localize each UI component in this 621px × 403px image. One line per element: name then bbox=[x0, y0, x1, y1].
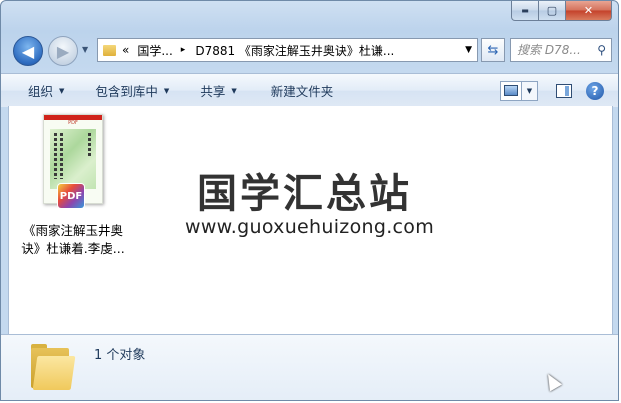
maximize-button[interactable]: ▢ bbox=[539, 1, 566, 21]
back-button[interactable]: ◀ bbox=[13, 36, 43, 66]
view-thumbnail-icon bbox=[504, 85, 518, 96]
file-list-area[interactable]: PDF PDF 《雨家注解玉井奥 诀》杜谦着.李虔... 国学汇总站 www.g… bbox=[8, 106, 613, 334]
chevron-down-icon: ▼ bbox=[82, 45, 89, 54]
thumbnail-author-text bbox=[60, 133, 63, 179]
close-icon: ✕ bbox=[583, 4, 594, 17]
search-input[interactable] bbox=[517, 43, 589, 57]
caption-buttons: ▬ ▢ ✕ bbox=[511, 1, 612, 21]
thumbnail-header-label: PDF bbox=[68, 120, 78, 126]
folder-icon bbox=[31, 342, 76, 392]
thumbnail-subtitle-text bbox=[88, 133, 91, 157]
organize-button[interactable]: 组织 ▼ bbox=[28, 81, 64, 100]
refresh-button[interactable]: ⇆ bbox=[481, 38, 505, 62]
file-name-line1: 《雨家注解玉井奥 bbox=[22, 223, 123, 238]
view-options-dropdown[interactable]: ▼ bbox=[522, 80, 538, 101]
forward-arrow-icon: ▶ bbox=[56, 41, 70, 61]
chevron-down-icon: ▼ bbox=[526, 86, 533, 95]
pdf-badge-icon: PDF bbox=[58, 184, 84, 208]
help-button[interactable]: ? bbox=[584, 81, 606, 100]
organize-label: 组织 bbox=[28, 84, 54, 99]
item-count: 1 个对象 bbox=[94, 348, 146, 363]
share-button[interactable]: 共享 ▼ bbox=[200, 81, 236, 100]
explorer-window: ▬ ▢ ✕ ◀ ▶ ▼ « 国学... ▸ D7881 《雨家注解玉井奥诀》杜谦… bbox=[0, 0, 619, 401]
preview-pane-button[interactable] bbox=[550, 83, 578, 98]
breadcrumb-guoxue[interactable]: 国学... bbox=[137, 42, 172, 59]
search-icon[interactable]: ⚲ bbox=[597, 43, 606, 57]
chevron-down-icon: ▼ bbox=[231, 86, 237, 95]
folder-icon bbox=[103, 44, 116, 56]
breadcrumb-overflow[interactable]: « bbox=[122, 43, 129, 57]
forward-button[interactable]: ▶ bbox=[48, 36, 78, 66]
file-name-line2: 诀》杜谦着.李虔... bbox=[21, 241, 125, 256]
maximize-icon: ▢ bbox=[546, 4, 558, 17]
preview-pane-icon bbox=[556, 83, 572, 98]
watermark-logo: 国学汇总站 bbox=[197, 171, 412, 217]
details-pane: 1 个对象 bbox=[1, 334, 618, 400]
chevron-down-icon: ▼ bbox=[163, 86, 170, 95]
search-box[interactable]: ⚲ bbox=[510, 38, 612, 62]
thumbnail-title-text bbox=[54, 133, 57, 179]
share-label: 共享 bbox=[200, 84, 226, 99]
change-view-button[interactable] bbox=[500, 80, 522, 101]
include-in-library-button[interactable]: 包含到库中 ▼ bbox=[95, 81, 169, 100]
view-controls: ▼ ? bbox=[500, 74, 618, 107]
back-arrow-icon: ◀ bbox=[21, 41, 35, 61]
file-item[interactable]: PDF PDF 《雨家注解玉井奥 诀》杜谦着.李虔... bbox=[17, 114, 129, 258]
recent-pages-dropdown[interactable]: ▼ bbox=[82, 45, 92, 57]
new-folder-label: 新建文件夹 bbox=[270, 84, 334, 99]
address-dropdown-icon[interactable]: ▼ bbox=[465, 45, 472, 55]
watermark-url: www.guoxuehuizong.com bbox=[185, 216, 435, 238]
breadcrumb-current-folder[interactable]: D7881 《雨家注解玉井奥诀》杜谦... bbox=[195, 42, 394, 59]
mouse-cursor-icon bbox=[541, 370, 563, 392]
file-name: 《雨家注解玉井奥 诀》杜谦着.李虔... bbox=[17, 222, 129, 258]
include-in-library-label: 包含到库中 bbox=[95, 84, 158, 99]
minimize-icon: ▬ bbox=[521, 6, 529, 15]
new-folder-button[interactable]: 新建文件夹 bbox=[271, 81, 334, 100]
address-bar[interactable]: « 国学... ▸ D7881 《雨家注解玉井奥诀》杜谦... ▼ bbox=[97, 38, 478, 62]
chevron-down-icon: ▼ bbox=[59, 86, 65, 95]
breadcrumb-separator-icon[interactable]: ▸ bbox=[181, 45, 186, 55]
command-bar: 组织 ▼ 包含到库中 ▼ 共享 ▼ 新建文件夹 ▼ ? bbox=[1, 73, 618, 107]
help-icon: ? bbox=[586, 81, 604, 100]
refresh-icon: ⇆ bbox=[487, 42, 499, 58]
minimize-button[interactable]: ▬ bbox=[511, 1, 539, 21]
close-button[interactable]: ✕ bbox=[566, 1, 612, 21]
